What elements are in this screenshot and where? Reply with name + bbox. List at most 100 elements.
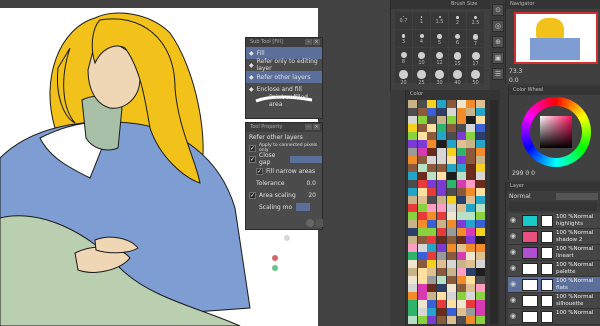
color-swatch[interactable] xyxy=(427,148,437,156)
layer-row[interactable]: ◉ 100 %Normal highlights xyxy=(508,213,600,229)
color-swatch[interactable] xyxy=(417,220,427,228)
color-swatch[interactable] xyxy=(427,196,437,204)
brush-size-option[interactable]: 25 xyxy=(413,66,430,86)
color-swatch[interactable] xyxy=(456,204,466,212)
eye-icon[interactable]: ◉ xyxy=(510,249,518,256)
subtool-title-bar[interactable]: Sub Tool [Fill] – × xyxy=(246,38,322,47)
color-swatch[interactable] xyxy=(437,172,447,180)
color-swatch[interactable] xyxy=(427,164,437,172)
brush-size-option[interactable]: 50 xyxy=(467,66,484,86)
tolerance-row[interactable]: Tolerance 0.0 xyxy=(246,177,322,189)
close-icon[interactable]: × xyxy=(313,124,320,130)
color-swatch[interactable] xyxy=(446,116,456,124)
side-tool-icon[interactable]: ⊕ xyxy=(492,36,504,48)
color-swatch[interactable] xyxy=(475,300,485,308)
color-swatch[interactable] xyxy=(446,292,456,300)
color-swatch[interactable] xyxy=(437,188,447,196)
subtool-item-editing-layer[interactable]: ◆ Refer only to editing layer xyxy=(246,58,322,72)
color-swatch[interactable] xyxy=(408,172,417,180)
color-swatch[interactable] xyxy=(446,188,456,196)
color-swatch[interactable] xyxy=(456,148,466,156)
color-swatch[interactable] xyxy=(456,236,466,244)
color-swatch[interactable] xyxy=(446,124,456,132)
color-swatch[interactable] xyxy=(417,276,427,284)
color-swatch[interactable] xyxy=(427,220,437,228)
color-swatch[interactable] xyxy=(456,156,466,164)
color-swatch[interactable] xyxy=(427,308,437,316)
color-swatch[interactable] xyxy=(437,276,447,284)
color-swatch[interactable] xyxy=(417,268,427,276)
color-swatch[interactable] xyxy=(427,116,437,124)
color-swatch[interactable] xyxy=(446,196,456,204)
brush-size-option[interactable]: 1 xyxy=(413,12,430,29)
layer-row[interactable]: ◉ 100 %Normal flats xyxy=(508,277,600,293)
color-swatch[interactable] xyxy=(408,292,417,300)
brush-size-option[interactable]: 5 xyxy=(431,30,448,47)
color-swatch[interactable] xyxy=(417,228,427,236)
color-swatch[interactable] xyxy=(475,204,485,212)
brush-size-option[interactable]: 12 xyxy=(431,48,448,66)
color-swatch[interactable] xyxy=(427,172,437,180)
color-swatch[interactable] xyxy=(466,276,476,284)
color-swatch[interactable] xyxy=(417,300,427,308)
scaling-mode-dropdown[interactable] xyxy=(296,203,311,211)
tool-property-title-bar[interactable]: Tool Property – × xyxy=(246,123,322,132)
layer-row[interactable]: ◉ 100 %Normal lineart xyxy=(508,245,600,261)
color-swatch[interactable] xyxy=(466,108,476,116)
color-swatch[interactable] xyxy=(466,244,476,252)
color-swatch[interactable] xyxy=(427,132,437,140)
color-swatch[interactable] xyxy=(446,316,456,324)
color-swatch[interactable] xyxy=(417,316,427,324)
color-swatch[interactable] xyxy=(437,148,447,156)
color-swatch[interactable] xyxy=(427,276,437,284)
saturation-square[interactable] xyxy=(540,116,572,148)
color-swatch[interactable] xyxy=(466,172,476,180)
eye-icon[interactable]: ◉ xyxy=(510,265,518,272)
color-swatch[interactable] xyxy=(437,116,447,124)
color-swatch[interactable] xyxy=(408,244,417,252)
color-swatch[interactable] xyxy=(446,252,456,260)
color-swatch[interactable] xyxy=(408,284,417,292)
color-swatch[interactable] xyxy=(475,252,485,260)
color-swatch[interactable] xyxy=(408,132,417,140)
color-swatch[interactable] xyxy=(446,204,456,212)
color-swatch[interactable] xyxy=(446,172,456,180)
color-swatch[interactable] xyxy=(427,204,437,212)
color-swatch[interactable] xyxy=(417,116,427,124)
color-swatch[interactable] xyxy=(437,140,447,148)
color-swatch[interactable] xyxy=(466,252,476,260)
color-swatch[interactable] xyxy=(437,164,447,172)
color-swatch[interactable] xyxy=(456,172,466,180)
color-swatch[interactable] xyxy=(466,196,476,204)
color-swatch[interactable] xyxy=(417,284,427,292)
area-scaling-checkbox[interactable]: ✓ xyxy=(249,191,256,199)
side-tool-icon[interactable]: ▣ xyxy=(492,52,504,64)
color-swatch[interactable] xyxy=(427,124,437,132)
color-swatch[interactable] xyxy=(466,140,476,148)
color-swatch[interactable] xyxy=(475,260,485,268)
color-swatch[interactable] xyxy=(466,292,476,300)
color-swatch[interactable] xyxy=(475,212,485,220)
color-swatch[interactable] xyxy=(446,300,456,308)
fill-narrow-checkbox[interactable]: ✓ xyxy=(256,167,263,175)
color-swatch[interactable] xyxy=(466,268,476,276)
color-swatch[interactable] xyxy=(466,236,476,244)
color-swatch[interactable] xyxy=(475,276,485,284)
color-swatch[interactable] xyxy=(456,124,466,132)
color-swatch[interactable] xyxy=(437,212,447,220)
color-swatch[interactable] xyxy=(456,252,466,260)
color-swatch[interactable] xyxy=(408,308,417,316)
color-swatch[interactable] xyxy=(427,244,437,252)
blend-mode-dropdown[interactable]: Normal xyxy=(509,193,531,200)
color-swatch[interactable] xyxy=(456,260,466,268)
subtool-item-paint-unfilled[interactable]: Paint unfilled area xyxy=(246,94,322,108)
color-swatch[interactable] xyxy=(408,212,417,220)
color-swatch[interactable] xyxy=(456,316,466,324)
color-swatch[interactable] xyxy=(437,132,447,140)
color-swatch[interactable] xyxy=(456,196,466,204)
color-swatch[interactable] xyxy=(437,252,447,260)
color-swatch[interactable] xyxy=(417,236,427,244)
color-swatch[interactable] xyxy=(446,244,456,252)
color-swatch[interactable] xyxy=(427,188,437,196)
color-swatch[interactable] xyxy=(437,100,447,108)
